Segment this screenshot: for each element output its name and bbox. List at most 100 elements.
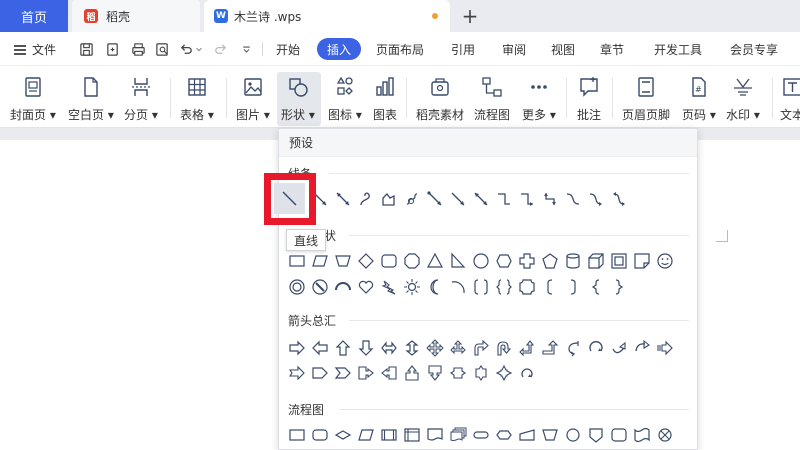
comment-button[interactable]: 批注: [576, 74, 602, 124]
quad-arrow-callout-shape-icon[interactable]: [492, 361, 515, 384]
tab-document[interactable]: W 木兰诗 .wps: [204, 0, 450, 32]
flowchart-button[interactable]: 流程图: [474, 74, 510, 124]
donut-shape-icon[interactable]: [285, 275, 308, 298]
right-triangle-shape-icon[interactable]: [446, 249, 469, 272]
export-pdf-icon[interactable]: [104, 41, 120, 57]
redo-icon[interactable]: [212, 41, 228, 57]
arc-shape-icon[interactable]: [446, 275, 469, 298]
left-right-up-arrow-shape-icon[interactable]: [446, 336, 469, 359]
shape-button[interactable]: 形状 ▾: [281, 74, 315, 124]
undo-dropdown-icon[interactable]: [194, 41, 204, 57]
rounded-rectangle-shape-icon[interactable]: [377, 249, 400, 272]
page-break-button[interactable]: 分页 ▾: [124, 74, 158, 124]
cross-shape-icon[interactable]: [515, 249, 538, 272]
chevron-shape-icon[interactable]: [331, 361, 354, 384]
elbow-connector-shape-icon[interactable]: [492, 187, 515, 210]
flowchart-preparation-shape-icon[interactable]: [492, 423, 515, 446]
flowchart-card-shape-icon[interactable]: [607, 423, 630, 446]
up-down-arrow-callout-shape-icon[interactable]: [469, 361, 492, 384]
flowchart-decision-shape-icon[interactable]: [331, 423, 354, 446]
left-right-arrow-callout-shape-icon[interactable]: [446, 361, 469, 384]
up-arrow-callout-shape-icon[interactable]: [400, 361, 423, 384]
rectangle-shape-icon[interactable]: [285, 249, 308, 272]
flowchart-terminator-shape-icon[interactable]: [469, 423, 492, 446]
smiley-face-shape-icon[interactable]: [653, 249, 676, 272]
plaque-shape-icon[interactable]: [515, 275, 538, 298]
flowchart-data-shape-icon[interactable]: [354, 423, 377, 446]
elbow-double-arrow-connector-shape-icon[interactable]: [538, 187, 561, 210]
u-turn-arrow-shape-icon[interactable]: [492, 336, 515, 359]
lightning-bolt-shape-icon[interactable]: [377, 275, 400, 298]
chart-button[interactable]: 图表: [372, 74, 398, 124]
down-arrow-callout-shape-icon[interactable]: [423, 361, 446, 384]
menu-developer-tools[interactable]: 开发工具: [654, 41, 702, 58]
left-brace-shape-icon[interactable]: [584, 275, 607, 298]
header-footer-button[interactable]: 页眉页脚: [622, 74, 670, 124]
notched-right-arrow-shape-icon[interactable]: [285, 361, 308, 384]
file-menu-button[interactable]: 文件: [14, 41, 56, 58]
print-preview-icon[interactable]: [154, 41, 170, 57]
flowchart-alternate-process-shape-icon[interactable]: [308, 423, 331, 446]
left-up-arrow-shape-icon[interactable]: [515, 336, 538, 359]
double-bracket-shape-icon[interactable]: [469, 275, 492, 298]
pentagon-shape-icon[interactable]: [538, 249, 561, 272]
hexagon-shape-icon[interactable]: [492, 249, 515, 272]
right-bracket-shape-icon[interactable]: [561, 275, 584, 298]
tab-home[interactable]: 首页: [0, 0, 68, 32]
undo-icon[interactable]: [178, 41, 194, 57]
diamond-shape-icon[interactable]: [354, 249, 377, 272]
curved-arrow-connector-shape-icon[interactable]: [584, 187, 607, 210]
right-arrow-callout-shape-icon[interactable]: [354, 361, 377, 384]
menu-review[interactable]: 审阅: [502, 41, 526, 58]
quad-arrow-shape-icon[interactable]: [423, 336, 446, 359]
flowchart-manual-operation-shape-icon[interactable]: [538, 423, 561, 446]
curved-connector-shape-icon[interactable]: [561, 187, 584, 210]
flowchart-internal-storage-shape-icon[interactable]: [400, 423, 423, 446]
flowchart-summing-junction-shape-icon[interactable]: [653, 423, 676, 446]
curved-double-arrow-connector-shape-icon[interactable]: [607, 187, 630, 210]
flowchart-document-shape-icon[interactable]: [423, 423, 446, 446]
bevel-shape-icon[interactable]: [607, 249, 630, 272]
cover-page-button[interactable]: 封面页 ▾: [10, 74, 56, 124]
page-number-button[interactable]: # 页码 ▾: [682, 74, 716, 124]
new-tab-button[interactable]: +: [458, 4, 482, 28]
double-arrow-line-shape-icon[interactable]: [331, 187, 354, 210]
moon-shape-icon[interactable]: [423, 275, 446, 298]
menu-page-layout[interactable]: 页面布局: [376, 41, 424, 58]
tab-daoke[interactable]: 稻 稻壳: [72, 0, 200, 32]
icon-button[interactable]: 图标 ▾: [328, 74, 362, 124]
striped-right-arrow-shape-icon[interactable]: [653, 336, 676, 359]
up-arrow-shape-icon[interactable]: [331, 336, 354, 359]
left-arrow-shape-icon[interactable]: [308, 336, 331, 359]
curved-right-arrow-shape-icon[interactable]: [561, 336, 584, 359]
elbow-arrow-connector-shape-icon[interactable]: [515, 187, 538, 210]
daoke-material-button[interactable]: 稻壳素材: [416, 74, 464, 124]
folded-corner-shape-icon[interactable]: [630, 249, 653, 272]
circular-arrow-2-shape-icon[interactable]: [515, 361, 538, 384]
curved-down-arrow-shape-icon[interactable]: [630, 336, 653, 359]
watermark-button[interactable]: 水印 ▾: [726, 74, 760, 124]
right-brace-shape-icon[interactable]: [607, 275, 630, 298]
menu-sections[interactable]: 章节: [600, 41, 624, 58]
double-brace-shape-icon[interactable]: [492, 275, 515, 298]
up-down-arrow-shape-icon[interactable]: [400, 336, 423, 359]
bent-up-arrow-shape-icon[interactable]: [538, 336, 561, 359]
elbow-double-arrow-shape-icon[interactable]: [423, 187, 446, 210]
left-right-arrow-shape-icon[interactable]: [377, 336, 400, 359]
picture-button[interactable]: 图片 ▾: [236, 74, 270, 124]
curve-shape-icon[interactable]: [354, 187, 377, 210]
menu-references[interactable]: 引用: [451, 41, 475, 58]
flowchart-connector-shape-icon[interactable]: [561, 423, 584, 446]
menu-member[interactable]: 会员专享: [730, 41, 778, 58]
left-arrow-callout-shape-icon[interactable]: [377, 361, 400, 384]
can-shape-icon[interactable]: [561, 249, 584, 272]
flowchart-predefined-process-shape-icon[interactable]: [377, 423, 400, 446]
flowchart-manual-input-shape-icon[interactable]: [515, 423, 538, 446]
pentagon-arrow-shape-icon[interactable]: [308, 361, 331, 384]
circular-arrow-shape-icon[interactable]: [584, 336, 607, 359]
straight-arrow-connector-shape-icon[interactable]: [446, 187, 469, 210]
down-arrow-shape-icon[interactable]: [354, 336, 377, 359]
menu-start[interactable]: 开始: [276, 41, 300, 58]
table-button[interactable]: 表格 ▾: [180, 74, 214, 124]
save-icon[interactable]: [78, 41, 94, 57]
